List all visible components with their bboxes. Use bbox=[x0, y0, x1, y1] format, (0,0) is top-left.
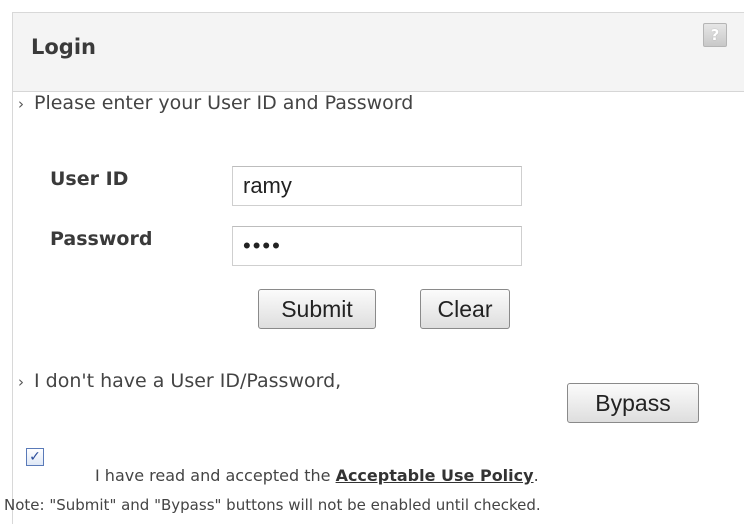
login-header: Login ? bbox=[13, 13, 744, 92]
chevron-right-icon: › bbox=[18, 95, 24, 113]
submit-button[interactable]: Submit bbox=[258, 289, 376, 329]
user-id-input[interactable] bbox=[232, 166, 522, 206]
policy-note: Note: "Submit" and "Bypass" buttons will… bbox=[4, 496, 541, 514]
login-prompt: › Please enter your User ID and Password bbox=[18, 92, 413, 114]
no-account-label: I don't have a User ID/Password, bbox=[34, 370, 342, 392]
no-account-text: › I don't have a User ID/Password, bbox=[18, 370, 341, 392]
policy-period: . bbox=[533, 466, 539, 485]
user-id-label: User ID bbox=[50, 168, 129, 190]
clear-button[interactable]: Clear bbox=[420, 289, 510, 329]
accept-policy-checkbox[interactable]: ✓ bbox=[26, 448, 44, 466]
acceptable-use-policy-link[interactable]: Acceptable Use Policy bbox=[336, 466, 534, 485]
policy-statement: I have read and accepted the Acceptable … bbox=[95, 466, 539, 485]
login-prompt-text: Please enter your User ID and Password bbox=[34, 92, 414, 114]
policy-text: I have read and accepted the bbox=[95, 466, 331, 485]
chevron-right-icon: › bbox=[18, 373, 24, 391]
help-icon[interactable]: ? bbox=[703, 23, 727, 47]
password-input[interactable] bbox=[232, 226, 522, 266]
login-panel: Login ? bbox=[12, 12, 744, 524]
password-label: Password bbox=[50, 228, 153, 250]
bypass-button[interactable]: Bypass bbox=[567, 383, 699, 423]
login-title: Login bbox=[31, 35, 96, 59]
